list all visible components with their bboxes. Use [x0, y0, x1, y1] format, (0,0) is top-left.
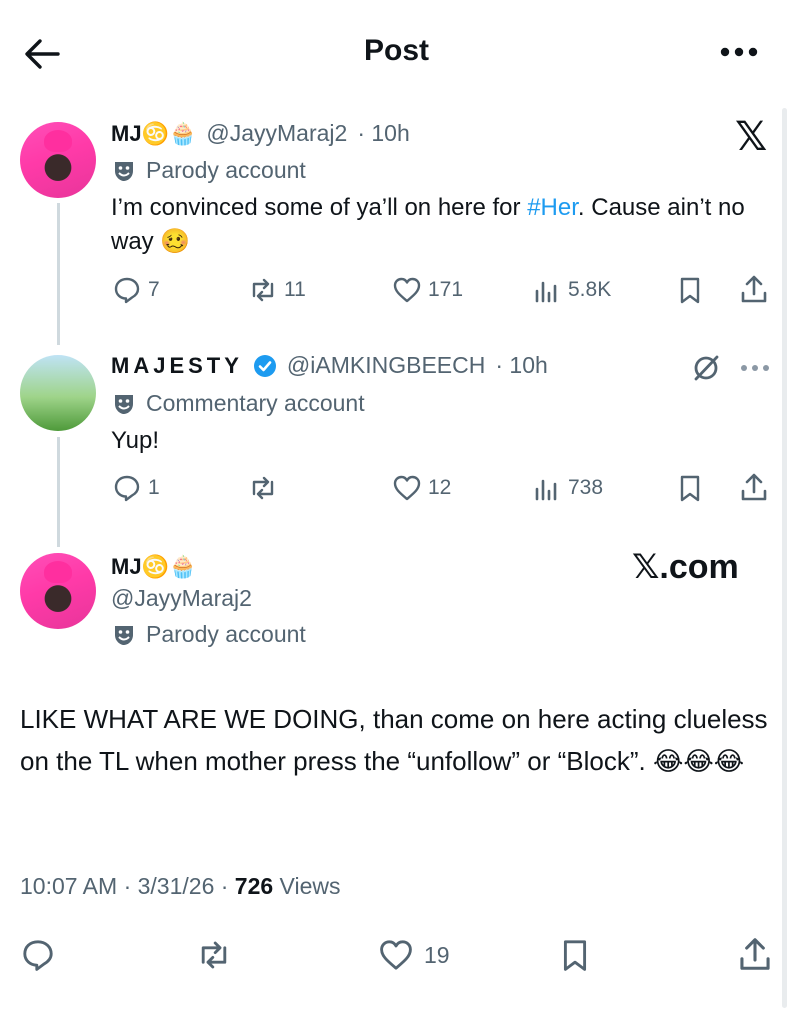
post-time[interactable]: · 10h	[495, 352, 547, 379]
bookmark-icon[interactable]	[557, 937, 593, 973]
reply-count: 7	[148, 278, 160, 301]
post-text-part: I’m convinced some of ya’ll on here for	[111, 194, 528, 221]
heart-icon	[380, 940, 412, 970]
share-icon[interactable]	[738, 471, 770, 503]
like-button[interactable]: 12	[392, 473, 451, 503]
user-handle[interactable]: @JayyMaraj2	[206, 120, 347, 147]
avatar[interactable]	[20, 553, 96, 629]
theater-mask-icon	[115, 625, 133, 645]
display-name[interactable]: MJ♋️🧁	[111, 121, 196, 147]
views-count: 726	[234, 873, 274, 899]
repost-button[interactable]: 11	[248, 275, 306, 305]
like-count: 12	[428, 476, 452, 499]
repost-button[interactable]	[248, 473, 284, 503]
views-label: Views	[273, 873, 341, 899]
post-metadata: 10:07 AM · 3/31/26 · 726 Views	[20, 873, 341, 900]
display-name[interactable]: MJ♋️🧁	[111, 554, 196, 580]
account-label-text: Parody account	[146, 621, 306, 647]
reply-button[interactable]	[20, 937, 56, 973]
more-options-icon[interactable]	[718, 40, 760, 64]
post-timestamp[interactable]: 10:07 AM · 3/31/26 ·	[20, 873, 235, 899]
reply-icon	[114, 475, 140, 502]
share-icon[interactable]	[736, 935, 774, 973]
x-com-watermark: 𝕏.com	[632, 548, 739, 586]
post-text: I’m convinced some of ya’ll on here for …	[111, 191, 751, 259]
more-options-icon[interactable]	[738, 360, 772, 376]
reply1-header: MJ♋️🧁 @JayyMaraj2 · 10h	[111, 120, 410, 147]
page-title: Post	[363, 34, 429, 67]
x-logo-icon: 𝕏	[735, 115, 768, 159]
hashtag-link[interactable]: #Her	[527, 194, 578, 221]
views-count: 738	[568, 476, 604, 499]
account-label: Commentary account	[112, 390, 365, 417]
verified-badge-icon	[253, 354, 276, 377]
views-count: 5.8K	[568, 278, 612, 301]
reply-count: 1	[148, 476, 160, 499]
grok-icon[interactable]	[690, 352, 722, 384]
account-label-text: Parody account	[146, 157, 306, 183]
like-count: 171	[428, 278, 464, 301]
repost-icon	[252, 476, 274, 500]
post-time[interactable]: · 10h	[357, 120, 409, 147]
views-button[interactable]: 738	[532, 473, 603, 503]
account-label: Parody account	[112, 621, 306, 648]
repost-icon	[201, 941, 227, 969]
bookmark-icon[interactable]	[675, 473, 705, 503]
like-button[interactable]: 19	[378, 937, 450, 973]
avatar[interactable]	[20, 122, 96, 198]
reply-icon	[114, 277, 140, 304]
avatar[interactable]	[20, 355, 96, 431]
theater-mask-icon	[115, 161, 133, 181]
like-button[interactable]: 171	[392, 275, 463, 305]
user-handle[interactable]: @iAMKINGBEECH	[287, 352, 485, 379]
account-label-text: Commentary account	[146, 390, 365, 416]
scrollbar[interactable]	[782, 108, 787, 1008]
main-post-text: LIKE WHAT ARE WE DOING, than come on her…	[20, 704, 768, 776]
repost-button[interactable]	[196, 937, 232, 973]
display-name[interactable]: MAJESTY	[111, 353, 243, 379]
repost-icon	[252, 278, 274, 302]
reply-button[interactable]: 1	[112, 473, 160, 503]
reply-button[interactable]: 7	[112, 275, 160, 305]
post-text: Yup!	[111, 427, 160, 454]
repost-count: 11	[284, 278, 306, 301]
account-label: Parody account	[112, 157, 306, 184]
user-handle[interactable]: @JayyMaraj2	[111, 585, 252, 612]
bookmark-icon[interactable]	[675, 275, 705, 305]
reply-icon	[23, 940, 53, 971]
views-chart-icon	[535, 281, 557, 303]
heart-icon	[393, 277, 421, 303]
theater-mask-icon	[115, 394, 133, 414]
heart-icon	[393, 475, 421, 501]
views-chart-icon	[535, 479, 557, 501]
like-count: 19	[424, 941, 450, 968]
reply2-header: MAJESTY @iAMKINGBEECH · 10h	[111, 352, 548, 379]
share-icon[interactable]	[738, 273, 770, 305]
views-button[interactable]: 5.8K	[532, 275, 611, 305]
thread-line	[57, 203, 60, 345]
thread-line	[57, 437, 60, 547]
